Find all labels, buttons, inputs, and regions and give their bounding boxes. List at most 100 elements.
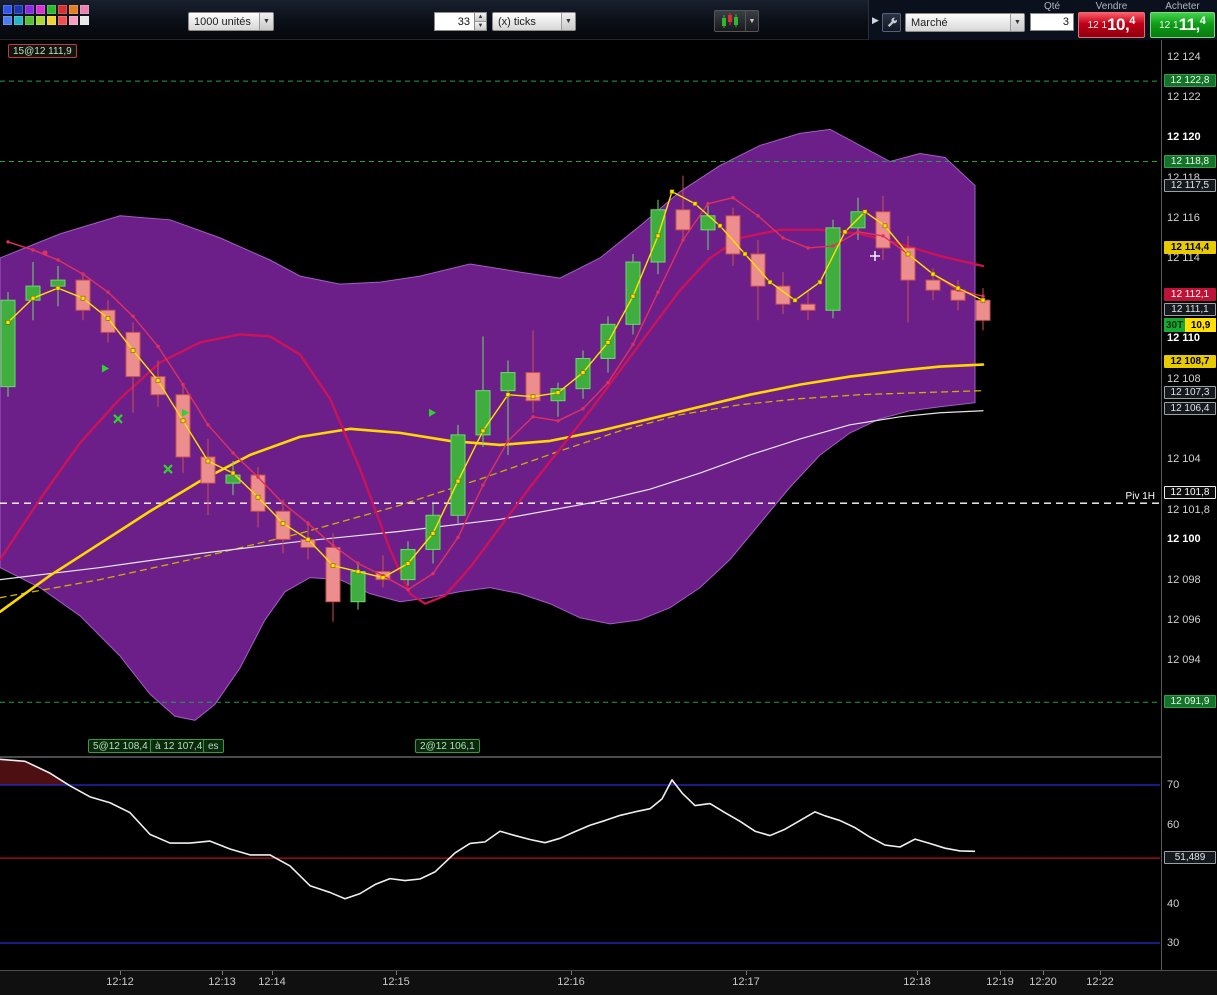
crimson-ma-dot: [981, 294, 985, 298]
palette-swatch[interactable]: [36, 16, 45, 25]
units-dropdown[interactable]: 1000 unités ▼: [188, 12, 274, 31]
crimson-ma-dot: [256, 475, 260, 479]
yellow-ma-square: [742, 251, 748, 257]
buy-button[interactable]: 12 1 11, 4: [1150, 12, 1215, 38]
time-tick: [571, 971, 572, 975]
palette-swatch[interactable]: [14, 16, 23, 25]
last-price-value: 10,9: [1185, 318, 1216, 333]
candle-down: [750, 253, 766, 287]
candle-up: [350, 571, 366, 603]
palette-swatch[interactable]: [47, 16, 56, 25]
palette-swatch[interactable]: [58, 16, 67, 25]
rsi-axis-label: 40: [1167, 897, 1180, 910]
time-axis-label: 12:14: [258, 976, 286, 988]
candlestick-chart[interactable]: Piv 1H: [0, 40, 1160, 758]
crimson-ma-dot: [181, 382, 185, 387]
spinner-up-icon[interactable]: ▲: [475, 13, 486, 21]
palette-swatch[interactable]: [3, 5, 12, 14]
palette-swatch[interactable]: [69, 16, 78, 25]
time-axis-label: 12:16: [557, 976, 585, 988]
yellow-ma-square: [230, 470, 236, 476]
pivot-price-badge: 12 101,8: [1164, 486, 1216, 500]
palette-swatch[interactable]: [58, 5, 67, 14]
yellow-ma-square: [505, 392, 511, 397]
price-axis-label: 12 110: [1167, 332, 1201, 345]
buy-header: Acheter: [1165, 1, 1200, 12]
palette-swatch[interactable]: [80, 16, 89, 25]
spinner-down-icon[interactable]: ▼: [475, 21, 486, 30]
price-chart-area[interactable]: Piv 1H 15@12 111,9 5@12 108,4 à 12 107,4 e…: [0, 40, 1160, 758]
ticks-unit-dropdown[interactable]: (x) ticks ▼: [492, 12, 576, 31]
crimson-ma-dot: [581, 407, 585, 411]
chevron-down-icon[interactable]: ▼: [745, 11, 758, 31]
crimson-ma-dot: [556, 419, 560, 423]
yellow-ma-square: [555, 390, 561, 395]
order-settings-button[interactable]: [882, 13, 901, 32]
order-type-dropdown[interactable]: Marché ▼: [905, 13, 1025, 32]
price-axis-label: 12 108: [1167, 372, 1201, 385]
yellow-ma-square: [767, 279, 773, 285]
crimson-ma-dot: [231, 451, 235, 455]
candle-down: [125, 331, 141, 378]
sell-button[interactable]: 12 1 10, 4: [1078, 12, 1145, 38]
yellow-ma-square: [80, 295, 86, 301]
price-axis-label: 12 122: [1167, 91, 1201, 104]
palette-swatch[interactable]: [80, 5, 89, 14]
yellow-ma-square: [530, 394, 536, 399]
palette-swatch[interactable]: [25, 5, 34, 14]
chevron-down-icon[interactable]: ▼: [259, 13, 273, 30]
trade-marker-badge: 2@12 106,1: [415, 739, 480, 753]
buy-price-prefix: 12 1: [1159, 19, 1179, 31]
crimson-ma-dot: [106, 290, 110, 294]
time-tick: [272, 971, 273, 975]
candle-up: [0, 299, 16, 388]
rsi-overbought-fill: [0, 759, 676, 785]
yellow-ma-square: [430, 531, 436, 536]
palette-swatch[interactable]: [36, 5, 45, 14]
ticks-spinner[interactable]: 33 ▲ ▼: [434, 12, 487, 31]
order-type-value: Marché: [911, 16, 948, 29]
crimson-ma-dot: [356, 561, 360, 566]
palette-swatch[interactable]: [3, 16, 12, 25]
price-axis[interactable]: 12 124 12 122 12 120 12 118 12 116 12 114 12 1…: [1161, 40, 1217, 970]
rsi-axis-label: 30: [1167, 937, 1180, 949]
candle-down: [975, 299, 991, 321]
buy-price-decimal: 4: [1199, 15, 1206, 27]
time-axis-label: 12:19: [986, 976, 1014, 988]
crimson-ma-dot: [856, 230, 860, 234]
collapse-panel-icon[interactable]: ▶: [872, 15, 879, 26]
crimson-ma-dot: [6, 240, 10, 244]
yellow-ma-square: [305, 537, 311, 542]
rsi-chart[interactable]: [0, 758, 1160, 968]
trade-marker-badge: es: [203, 739, 224, 753]
sell-header: Vendre: [1095, 1, 1128, 12]
yellow-ma-square: [580, 370, 586, 375]
yellow-ma-square: [955, 285, 961, 291]
qty-header: Qté: [1043, 1, 1061, 12]
quantity-input[interactable]: [1030, 13, 1074, 31]
yellow-ma-square: [355, 569, 361, 574]
palette-swatch[interactable]: [69, 5, 78, 14]
chevron-down-icon[interactable]: ▼: [1010, 14, 1024, 31]
chevron-down-icon[interactable]: ▼: [561, 13, 575, 30]
yellow-ma-square: [130, 348, 136, 353]
price-axis-label: 12 104: [1167, 453, 1201, 465]
crimson-ma-dot: [631, 342, 635, 347]
chart-type-button[interactable]: ▼: [714, 10, 759, 32]
palette-swatch[interactable]: [25, 16, 34, 25]
yellow-ma-square: [180, 418, 186, 424]
time-tick: [396, 971, 397, 975]
time-tick: [1043, 971, 1044, 975]
yellow-ma-square: [980, 297, 986, 303]
ticks-spinner-value[interactable]: 33: [434, 12, 474, 31]
palette-swatch[interactable]: [47, 5, 56, 14]
yellow-ma-square: [792, 297, 798, 303]
rsi-panel[interactable]: [0, 758, 1160, 968]
yellow-ma-square: [280, 521, 286, 526]
dark-price-badge: 12 111,1: [1164, 303, 1216, 317]
crimson-ma-dot: [406, 587, 410, 592]
palette-swatch[interactable]: [14, 5, 23, 14]
timeframe-tag: 30T: [1164, 318, 1186, 333]
time-axis[interactable]: 12:12 12:13 12:14 12:15 12:16 12:17 12:18 12:19…: [0, 970, 1217, 995]
candle-down: [675, 209, 691, 231]
